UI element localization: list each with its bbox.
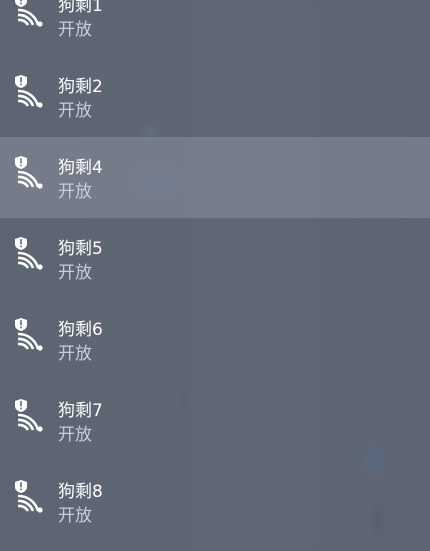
network-status: 开放	[58, 506, 92, 526]
network-item[interactable]: 狗剩1 开放	[0, 0, 430, 56]
wifi-shield-icon	[12, 317, 46, 351]
network-name: 狗剩2	[58, 77, 103, 97]
network-item[interactable]: 狗剩6 开放	[0, 299, 430, 380]
wifi-shield-icon	[12, 155, 46, 189]
wifi-shield-icon	[12, 398, 46, 432]
network-list: 狗剩1 开放 狗剩2 开放 狗剩4 开放 狗剩5 开放 狗剩6 开放 狗剩7 开…	[0, 0, 430, 542]
network-status: 开放	[58, 20, 92, 40]
network-status: 开放	[58, 263, 92, 283]
network-item[interactable]: 狗剩7 开放	[0, 380, 430, 461]
network-item-selected[interactable]: 狗剩4 开放	[0, 137, 430, 218]
wifi-shield-icon	[12, 236, 46, 270]
network-status: 开放	[58, 182, 92, 202]
network-name: 狗剩1	[58, 0, 103, 16]
network-name: 狗剩7	[58, 401, 103, 421]
network-item[interactable]: 狗剩2 开放	[0, 56, 430, 137]
network-status: 开放	[58, 344, 92, 364]
network-name: 狗剩8	[58, 482, 103, 502]
network-name: 狗剩6	[58, 320, 103, 340]
wifi-shield-icon	[12, 74, 46, 108]
network-item[interactable]: 狗剩5 开放	[0, 218, 430, 299]
wifi-network-flyout: 狗剩1 开放 狗剩2 开放 狗剩4 开放 狗剩5 开放 狗剩6 开放 狗剩7 开…	[0, 0, 430, 551]
network-name: 狗剩5	[58, 239, 103, 259]
wifi-shield-icon	[12, 479, 46, 513]
network-name: 狗剩4	[58, 158, 103, 178]
network-status: 开放	[58, 425, 92, 445]
wifi-shield-icon	[12, 0, 46, 27]
network-item[interactable]: 狗剩8 开放	[0, 461, 430, 542]
network-status: 开放	[58, 101, 92, 121]
